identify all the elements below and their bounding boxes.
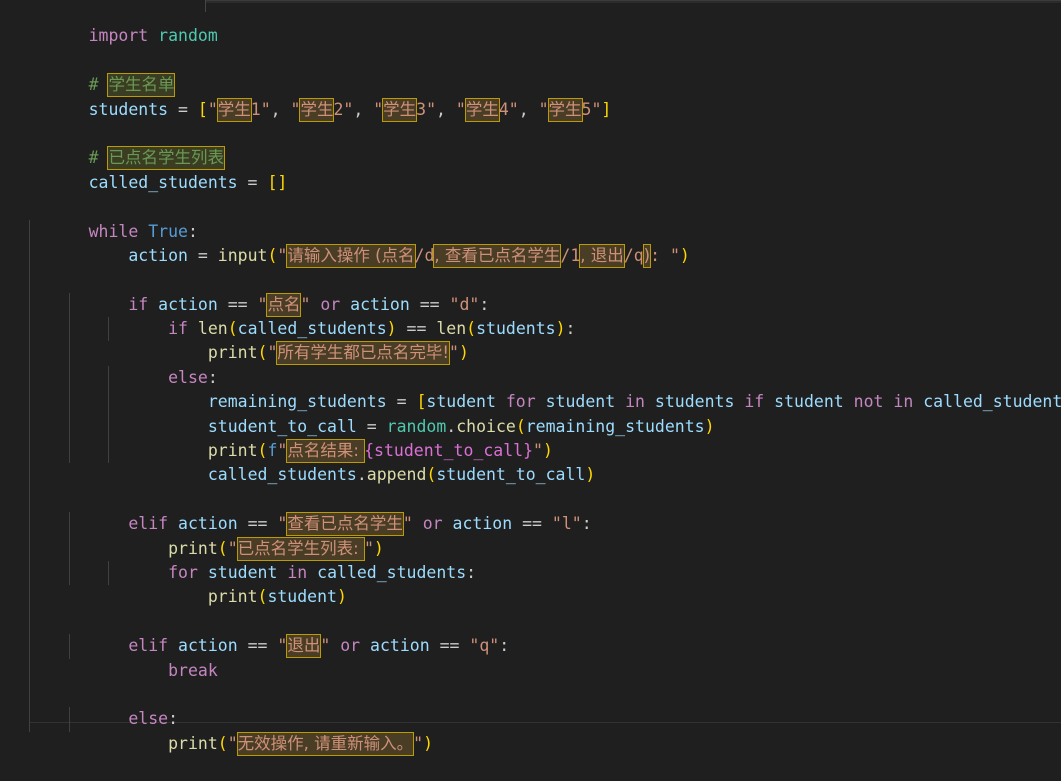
code-line[interactable]: for student in called_students: (0, 536, 1061, 582)
code-line[interactable]: elif action == "查看已点名学生" or action == "l… (0, 487, 1061, 537)
indent-guide (29, 487, 30, 513)
indent-guide (108, 439, 109, 464)
code-line[interactable]: else: (0, 341, 1061, 387)
code-line[interactable]: while True: (0, 195, 1061, 241)
indent-guide (29, 317, 30, 342)
code-line[interactable]: print(student) (0, 560, 1061, 606)
indent-guide (68, 707, 70, 732)
code-line[interactable]: elif action == "退出" or action == "q": (0, 609, 1061, 659)
indent-guide (68, 560, 70, 586)
code-line[interactable]: print(f"点名结果: {student_to_call}") (0, 414, 1061, 464)
indent-guide (29, 658, 30, 683)
indent-guide (29, 463, 30, 488)
indent-guide (68, 634, 70, 659)
code-line-blank[interactable] (0, 463, 1061, 488)
indent-guide (68, 365, 70, 391)
indent-guide (29, 341, 30, 366)
unicode-highlight-string-invalid-action: 无效操作, 请重新输入。 (236, 731, 415, 756)
code-line[interactable]: else: (0, 682, 1061, 728)
code-content[interactable]: import random # 学生名单 students = ["学生1", … (0, 0, 1061, 756)
code-line[interactable]: break (0, 634, 1061, 680)
code-line[interactable]: action = input("请输入操作 (点名/d, 查看已点名学生/1, … (0, 219, 1061, 268)
indent-guide (68, 317, 70, 342)
code-line[interactable]: student_to_call = random.choice(remainin… (0, 390, 1061, 436)
indent-guide (108, 390, 109, 415)
code-line-blank[interactable] (0, 585, 1061, 610)
code-line[interactable]: remaining_students = [student for studen… (0, 365, 1061, 411)
code-line[interactable]: if action == "点名" or action == "d": (0, 268, 1061, 317)
indent-guide (29, 268, 30, 293)
code-line-blank[interactable] (0, 24, 1061, 48)
code-line[interactable]: print("所有学生都已点名完毕!") (0, 317, 1061, 366)
token-function-print: print (168, 733, 218, 753)
indent-guide (108, 560, 109, 586)
code-line[interactable]: print("已点名学生列表: ") (0, 512, 1061, 561)
indent-guide (68, 414, 70, 440)
token-paren-open: ( (217, 733, 228, 753)
indent-guide (29, 414, 30, 440)
indent-guide (29, 365, 30, 391)
code-line[interactable]: if len(called_students) == len(students)… (0, 292, 1061, 338)
indent-guide (29, 439, 30, 464)
indent-guide (108, 317, 109, 342)
indent-guide (29, 219, 30, 244)
indent-guide (29, 585, 30, 610)
code-line[interactable]: import random (0, 0, 1061, 45)
code-line[interactable]: # 已点名学生列表 (0, 122, 1061, 171)
indent-guide (29, 707, 30, 732)
code-line[interactable]: print("无效操作, 请重新输入。") (0, 707, 1061, 756)
code-line-blank[interactable] (0, 98, 1061, 122)
indent-guide (68, 292, 70, 318)
indent-guide (29, 292, 30, 318)
indent-guide (29, 390, 30, 415)
indent-guide (68, 536, 70, 561)
code-line-blank[interactable] (0, 171, 1061, 195)
code-line-blank[interactable] (0, 658, 1061, 683)
indent-guide (29, 536, 30, 561)
indent-guide (68, 439, 70, 464)
indent-guide (108, 365, 109, 391)
code-line[interactable]: called_students.append(student_to_call) (0, 439, 1061, 484)
token-paren-close: ) (423, 733, 434, 753)
indent-guide (68, 512, 70, 537)
code-editor[interactable]: import random # 学生名单 students = ["学生1", … (0, 0, 1061, 756)
indent-guide (68, 390, 70, 415)
code-line[interactable]: called_students = [] (0, 146, 1061, 192)
indent-guide (29, 609, 30, 635)
code-line-blank[interactable] (0, 243, 1061, 269)
code-line[interactable]: # 学生名单 (0, 49, 1061, 98)
indent-guide (29, 634, 30, 659)
indent-guide (29, 560, 30, 586)
indent-guide (29, 243, 30, 269)
indent-guide (29, 682, 30, 708)
token-quote: " (413, 733, 424, 753)
indent-guide (29, 512, 30, 537)
indent-guide (108, 414, 109, 440)
code-line[interactable]: students = ["学生1", "学生2", "学生3", "学生4", … (0, 73, 1061, 122)
indent-guide (68, 341, 70, 366)
